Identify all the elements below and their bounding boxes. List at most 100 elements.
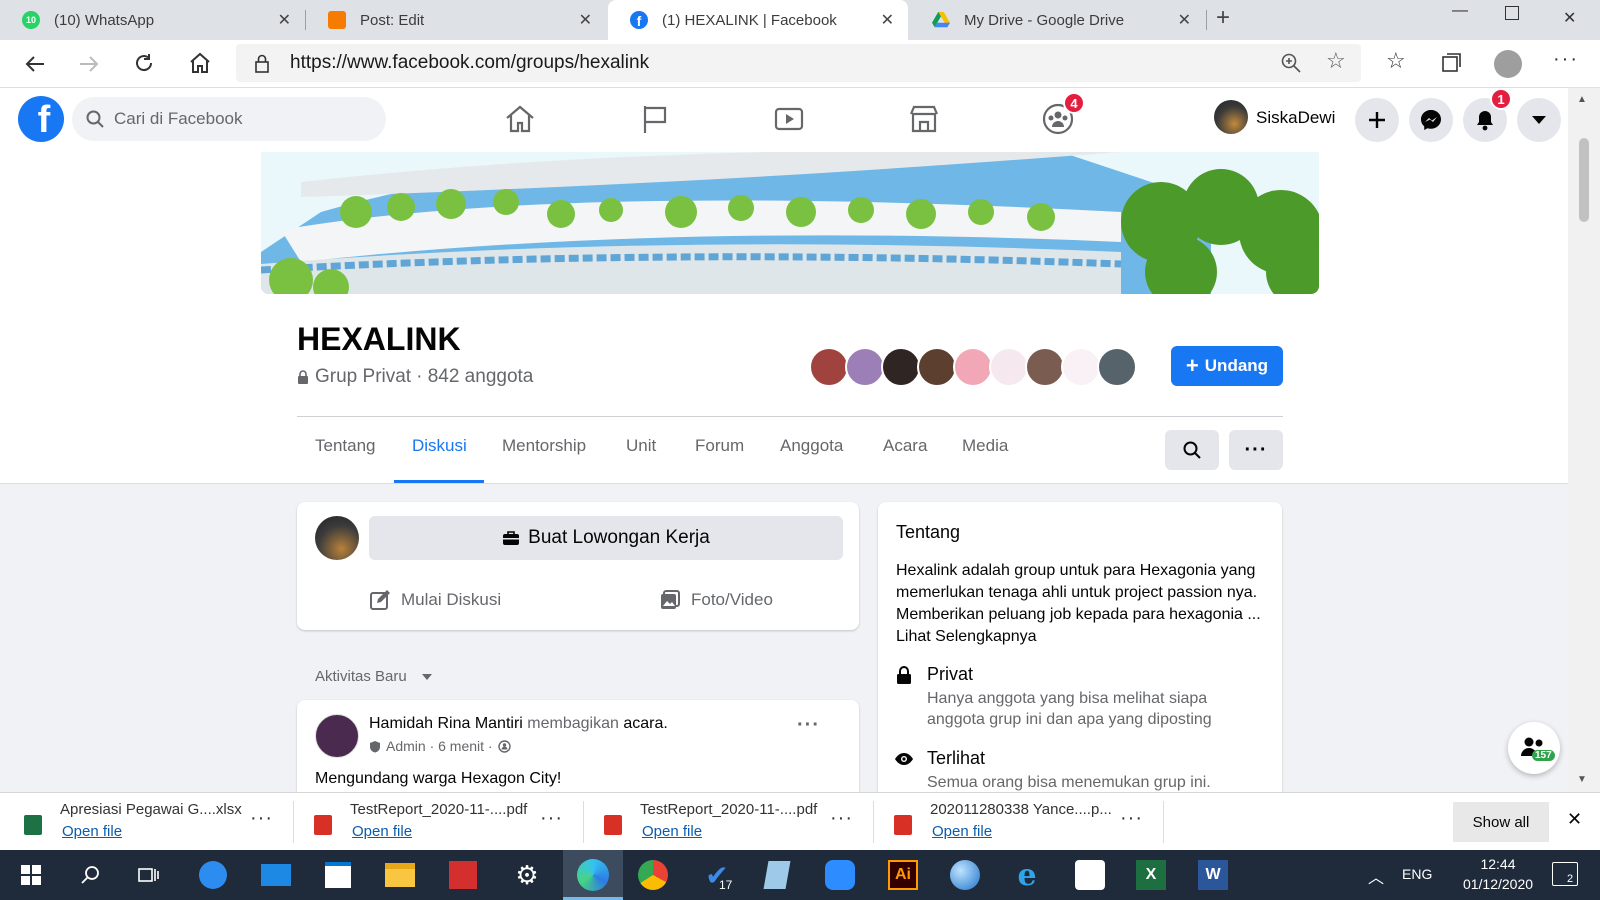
globe-app-icon[interactable]: [948, 858, 982, 892]
tab-media[interactable]: Media: [962, 436, 1008, 456]
tab-diskusi[interactable]: Diskusi: [412, 436, 467, 456]
invite-button[interactable]: + Undang: [1171, 346, 1283, 386]
search-icon[interactable]: [74, 858, 108, 892]
home-icon[interactable]: [188, 52, 212, 74]
tab-anggota[interactable]: Anggota: [780, 436, 843, 456]
tab-forum[interactable]: Forum: [695, 436, 744, 456]
url-text[interactable]: https://www.facebook.com/groups/hexalink: [290, 52, 649, 74]
close-tab-icon[interactable]: ✕: [881, 10, 894, 30]
account-menu-button[interactable]: [1517, 98, 1561, 142]
refresh-icon[interactable]: [133, 52, 155, 74]
word-icon[interactable]: W: [1196, 858, 1230, 892]
pages-flag-icon[interactable]: [638, 102, 672, 136]
favorite-star-icon[interactable]: ☆: [1326, 48, 1346, 74]
window-close-icon[interactable]: ✕: [1563, 8, 1576, 28]
close-downloads-icon[interactable]: ✕: [1567, 809, 1582, 830]
gift-app-icon[interactable]: [446, 858, 480, 892]
open-file-link[interactable]: Open file: [932, 823, 992, 840]
action-center-icon[interactable]: 2: [1552, 862, 1578, 886]
create-button[interactable]: [1355, 98, 1399, 142]
notes-app-icon[interactable]: [760, 858, 794, 892]
forward-icon[interactable]: [78, 53, 100, 75]
facebook-logo[interactable]: f: [18, 96, 64, 142]
excel-icon[interactable]: X: [1134, 858, 1168, 892]
misc-app-icon[interactable]: [1073, 858, 1107, 892]
download-more-icon[interactable]: ···: [830, 807, 853, 830]
group-more-button[interactable]: ···: [1229, 430, 1283, 470]
post-author[interactable]: Hamidah Rina Mantiri: [369, 715, 523, 732]
tab-unit[interactable]: Unit: [626, 436, 656, 456]
illustrator-icon[interactable]: Ai: [886, 858, 920, 892]
download-more-icon[interactable]: ···: [540, 807, 563, 830]
store-icon[interactable]: [321, 858, 355, 892]
post-options-icon[interactable]: ···: [797, 714, 820, 737]
language-indicator[interactable]: ENG: [1402, 866, 1432, 882]
member-avatar[interactable]: [917, 347, 957, 387]
open-file-link[interactable]: Open file: [352, 823, 412, 840]
file-explorer-icon[interactable]: [383, 858, 417, 892]
tab-acara[interactable]: Acara: [883, 436, 927, 456]
close-tab-icon[interactable]: ✕: [1178, 10, 1191, 30]
open-file-link[interactable]: Open file: [62, 823, 122, 840]
member-avatar[interactable]: [1061, 347, 1101, 387]
marketplace-icon[interactable]: [907, 102, 941, 136]
minimize-icon[interactable]: —: [1452, 2, 1468, 20]
post-object[interactable]: acara: [623, 715, 663, 732]
download-item[interactable]: Apresiasi Pegawai G....xlsx Open file ··…: [0, 793, 290, 851]
profile-avatar[interactable]: [1494, 50, 1522, 78]
photo-video-button[interactable]: Foto/Video: [659, 582, 819, 618]
internet-explorer-icon[interactable]: e: [1010, 858, 1044, 893]
page-scrollbar[interactable]: ▲ ▼: [1568, 88, 1600, 792]
close-tab-icon[interactable]: ✕: [579, 10, 592, 30]
settings-gear-icon[interactable]: ⚙: [510, 858, 544, 892]
group-search-button[interactable]: [1165, 430, 1219, 470]
back-icon[interactable]: [24, 53, 46, 75]
group-privacy[interactable]: Grup Privat: [315, 366, 411, 388]
clock-date[interactable]: 01/12/2020: [1446, 876, 1550, 892]
settings-more-icon[interactable]: ···: [1553, 48, 1579, 71]
member-avatar[interactable]: [953, 347, 993, 387]
windows-start-icon[interactable]: [14, 858, 48, 892]
home-nav-icon[interactable]: [503, 102, 537, 136]
restore-icon[interactable]: [1505, 6, 1519, 20]
member-avatar[interactable]: [989, 347, 1029, 387]
user-avatar[interactable]: [315, 516, 359, 560]
edge-taskbar-button[interactable]: [563, 850, 623, 900]
new-tab-icon[interactable]: +: [1216, 4, 1230, 32]
zoom-app-icon[interactable]: [823, 858, 857, 892]
chrome-icon[interactable]: [636, 858, 670, 892]
contacts-chat-button[interactable]: 157: [1508, 722, 1560, 774]
tab-facebook[interactable]: f (1) HEXALINK | Facebook ✕: [608, 0, 908, 40]
tab-tentang[interactable]: Tentang: [315, 436, 376, 456]
scroll-down-icon[interactable]: ▼: [1577, 774, 1587, 785]
task-view-icon[interactable]: [132, 858, 166, 892]
group-member-count[interactable]: · 842 anggota: [416, 366, 533, 388]
member-avatar[interactable]: [809, 347, 849, 387]
feed-sort-dropdown[interactable]: Aktivitas Baru: [315, 668, 433, 685]
download-item[interactable]: 202011280338 Yance....p... Open file ···: [870, 793, 1160, 851]
show-all-button[interactable]: Show all: [1453, 802, 1549, 842]
download-more-icon[interactable]: ···: [250, 807, 273, 830]
tab-whatsapp[interactable]: 10 (10) WhatsApp ✕: [0, 0, 305, 40]
post-meta-text[interactable]: Admin · 6 menit ·: [386, 738, 493, 754]
zoom-icon[interactable]: [1280, 52, 1302, 74]
download-more-icon[interactable]: ···: [1120, 807, 1143, 830]
watch-video-icon[interactable]: [772, 102, 806, 136]
close-tab-icon[interactable]: ✕: [278, 10, 291, 30]
sync-app-icon[interactable]: [196, 858, 230, 892]
open-file-link[interactable]: Open file: [642, 823, 702, 840]
scroll-up-icon[interactable]: ▲: [1577, 94, 1587, 105]
member-avatar[interactable]: [1097, 347, 1137, 387]
member-avatar[interactable]: [881, 347, 921, 387]
create-job-button[interactable]: Buat Lowongan Kerja: [369, 516, 843, 560]
scroll-thumb[interactable]: [1579, 138, 1589, 222]
member-avatar[interactable]: [845, 347, 885, 387]
tab-mentorship[interactable]: Mentorship: [502, 436, 586, 456]
collections-icon[interactable]: [1440, 52, 1462, 74]
system-tray-expand-icon[interactable]: ︿: [1368, 864, 1384, 888]
download-item[interactable]: TestReport_2020-11-....pdf Open file ···: [290, 793, 580, 851]
see-more-link[interactable]: Lihat Selengkapnya: [896, 628, 1037, 645]
user-name[interactable]: SiskaDewi: [1256, 108, 1335, 128]
author-avatar[interactable]: [315, 714, 359, 758]
tab-post-edit[interactable]: Post: Edit ✕: [306, 0, 606, 40]
